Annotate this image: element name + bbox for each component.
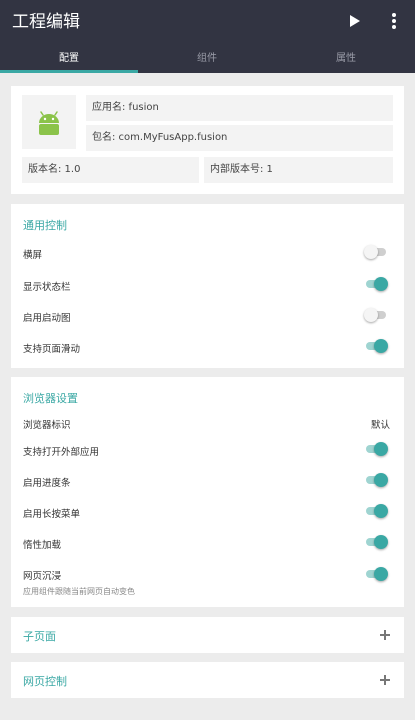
external-apps-switch[interactable]: [364, 441, 388, 457]
project-info-card: 应用名: fusion 包名: com.MyFusApp.fusion 版本名:…: [11, 86, 404, 194]
app-bar: 工程编辑: [0, 0, 415, 45]
immersive-label: 网页沉浸: [23, 571, 62, 582]
more-vert-icon[interactable]: [388, 13, 400, 31]
splash-label: 启用启动图: [23, 313, 71, 324]
section-title-general: 通用控制: [23, 219, 67, 232]
play-icon[interactable]: [350, 15, 360, 27]
long-press-menu-switch[interactable]: [364, 503, 388, 519]
tab-config[interactable]: 配置: [0, 45, 138, 73]
plus-icon[interactable]: [380, 630, 390, 640]
status-bar-switch[interactable]: [364, 276, 388, 292]
immersive-switch[interactable]: [364, 566, 388, 582]
lazy-load-label: 惰性加载: [23, 540, 62, 551]
android-icon[interactable]: [22, 95, 76, 149]
tab-properties[interactable]: 属性: [277, 45, 415, 73]
page-swipe-switch[interactable]: [364, 338, 388, 354]
progress-bar-switch[interactable]: [364, 472, 388, 488]
version-name-field[interactable]: 版本名: 1.0: [22, 157, 199, 183]
landscape-switch[interactable]: [364, 244, 388, 260]
page-swipe-label: 支持页面滑动: [23, 344, 81, 355]
splash-switch[interactable]: [364, 307, 388, 323]
tab-components[interactable]: 组件: [138, 45, 276, 73]
progress-bar-label: 启用进度条: [23, 478, 71, 489]
web-control-section-title: 网页控制: [23, 675, 67, 688]
user-agent-value[interactable]: 默认: [371, 417, 390, 431]
app-name-field[interactable]: 应用名: fusion: [86, 95, 393, 121]
status-bar-label: 显示状态栏: [23, 282, 71, 293]
landscape-label: 横屏: [23, 250, 43, 261]
long-press-menu-label: 启用长按菜单: [23, 509, 81, 520]
section-title-browser: 浏览器设置: [23, 392, 78, 405]
active-tab-indicator: [0, 70, 138, 73]
subpage-section[interactable]: 子页面: [11, 617, 404, 653]
web-control-section[interactable]: 网页控制: [11, 662, 404, 698]
user-agent-label: 浏览器标识: [23, 420, 71, 431]
tab-bar: 配置 组件 属性: [0, 45, 415, 73]
version-code-field[interactable]: 内部版本号: 1: [204, 157, 393, 183]
external-apps-label: 支持打开外部应用: [23, 447, 100, 458]
plus-icon[interactable]: [380, 675, 390, 685]
general-controls-card: 通用控制 横屏 显示状态栏 启用启动图 支持页面滑动: [11, 204, 404, 368]
lazy-load-switch[interactable]: [364, 534, 388, 550]
package-name-field[interactable]: 包名: com.MyFusApp.fusion: [86, 125, 393, 151]
app-title: 工程编辑: [12, 12, 80, 32]
immersive-description: 应用组件跟随当前网页自动变色: [23, 587, 135, 596]
browser-settings-card: 浏览器设置 浏览器标识 默认 支持打开外部应用 启用进度条 启用长按菜单 惰性加…: [11, 377, 404, 607]
subpage-section-title: 子页面: [23, 630, 56, 643]
